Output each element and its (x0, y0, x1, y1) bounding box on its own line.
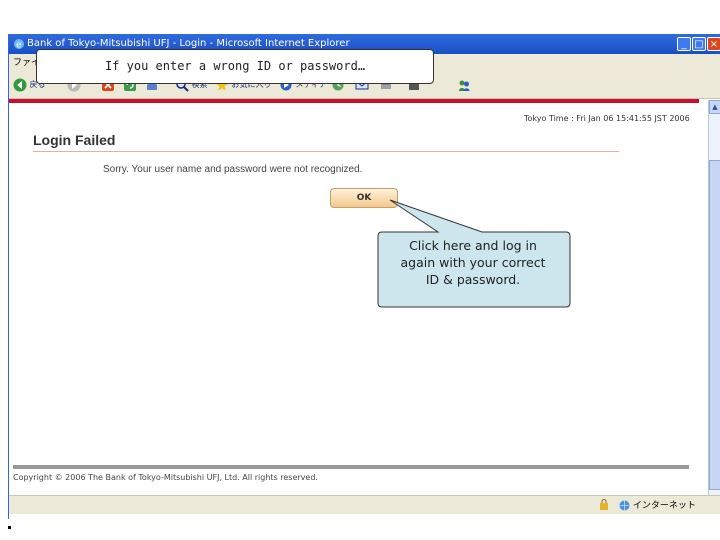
maximize-button[interactable]: □ (692, 37, 706, 51)
bank-header-red-line (9, 99, 699, 103)
globe-icon (619, 500, 630, 511)
top-annotation-callout: If you enter a wrong ID or password… (36, 49, 434, 84)
browser-window: e Bank of Tokyo-Mitsubishi UFJ - Login -… (8, 34, 720, 519)
tokyo-time: Tokyo Time : Fri Jan 06 15:41:55 JST 200… (524, 114, 690, 123)
messenger-button[interactable] (457, 77, 471, 93)
copyright-text: Copyright © 2006 The Bank of Tokyo-Mitsu… (13, 473, 318, 482)
speech-bubble-line-1: Click here and log in (409, 238, 537, 253)
messenger-icon (459, 80, 470, 91)
internet-zone-label: インターネット (632, 501, 696, 511)
internet-zone: インターネット (619, 498, 696, 511)
svg-text:e: e (16, 41, 22, 51)
scroll-thumb[interactable] (709, 160, 720, 490)
error-message: Sorry. Your user name and password were … (103, 164, 363, 175)
scroll-up-arrow-icon[interactable]: ▲ (709, 100, 720, 114)
page-title: Login Failed (33, 132, 116, 148)
ok-button[interactable]: OK (330, 188, 398, 208)
footer-divider (13, 465, 689, 469)
lock-icon (600, 499, 608, 510)
status-bar: インターネット (9, 495, 720, 514)
top-annotation-text: If you enter a wrong ID or password… (104, 59, 366, 73)
speech-bubble-line-3: ID & password. (425, 272, 521, 287)
back-arrow-icon (13, 78, 27, 91)
speech-bubble-line-2: again with your correct (400, 255, 546, 270)
close-button[interactable]: × (707, 37, 720, 51)
heading-divider (33, 151, 619, 152)
minimize-button[interactable]: _ (677, 37, 691, 51)
vertical-scrollbar[interactable]: ▲ (708, 100, 720, 500)
speech-bubble-text: Click here and log in again with your co… (378, 237, 568, 288)
slide-marker (8, 526, 11, 529)
ie-icon: e (14, 39, 24, 51)
